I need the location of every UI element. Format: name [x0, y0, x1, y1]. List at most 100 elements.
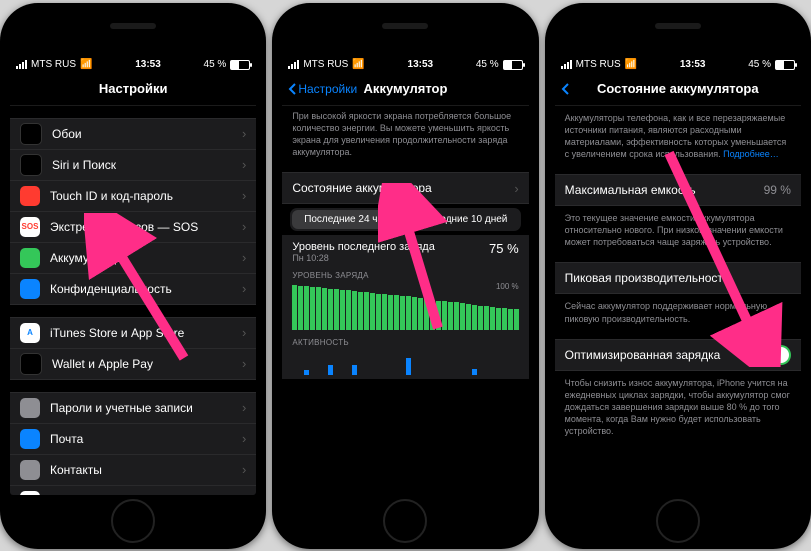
- page-title: Состояние аккумулятора: [555, 81, 801, 96]
- row-label: Пиковая производительность: [565, 271, 791, 285]
- settings-row-privacy[interactable]: Конфиденциальность›: [10, 274, 256, 304]
- optimized-charging-note: Чтобы снизить износ аккумулятора, iPhone…: [555, 371, 801, 440]
- row-label: Контакты: [50, 463, 242, 477]
- settings-row-contacts[interactable]: Контакты›: [10, 455, 256, 486]
- settings-row-sos[interactable]: SOSЭкстренный вызов — SOS›: [10, 212, 256, 243]
- row-label: Почта: [50, 432, 242, 446]
- row-label: Wallet и Apple Pay: [52, 357, 242, 371]
- signal-icon: [16, 60, 27, 69]
- back-button[interactable]: Настройки: [288, 82, 357, 96]
- row-label: Touch ID и код-пароль: [50, 189, 242, 203]
- chart-y-max: 100 %: [496, 282, 519, 291]
- settings-row-key[interactable]: Пароли и учетные записи›: [10, 393, 256, 424]
- battery-percent: 45 %: [476, 59, 499, 70]
- settings-row-calendar[interactable]: 31 Календарь›: [10, 486, 256, 495]
- row-label: Обои: [52, 127, 242, 141]
- last-charge-box: Уровень последнего заряда Пн 10:28 75 % …: [282, 235, 528, 379]
- row-battery-health[interactable]: Состояние аккумулятора ›: [282, 173, 528, 203]
- status-bar: MTS RUS📶 13:53 45 %: [10, 55, 256, 73]
- battery-icon: [230, 60, 250, 70]
- row-label: iTunes Store и App Store: [50, 326, 242, 340]
- last-charge-time: Пн 10:28: [292, 253, 489, 263]
- settings-row-atom[interactable]: Обои›: [10, 119, 256, 150]
- segmented-range[interactable]: Последние 24 часа Последние 10 дней: [290, 208, 520, 231]
- carrier: MTS RUS: [303, 59, 348, 70]
- calendar-icon: 31: [20, 491, 40, 495]
- row-label: Календарь: [50, 494, 242, 495]
- last-charge-value: 75 %: [489, 241, 519, 256]
- wallet-icon: [20, 353, 42, 375]
- key-icon: [20, 398, 40, 418]
- siri-icon: [20, 154, 42, 176]
- optimized-charging-group: Оптимизированная зарядка: [555, 339, 801, 371]
- max-capacity-value: 99 %: [764, 183, 791, 197]
- intro-note: Аккумуляторы телефона, как и все перезар…: [555, 106, 801, 163]
- row-label: Siri и Поиск: [52, 158, 242, 172]
- last-charge-label: Уровень последнего заряда: [292, 241, 489, 253]
- chevron-right-icon: ›: [242, 493, 246, 495]
- page-title: Настройки: [10, 81, 256, 96]
- chevron-right-icon: ›: [242, 250, 246, 265]
- battery-health-group: Состояние аккумулятора ›: [282, 172, 528, 204]
- settings-row-wallet[interactable]: Wallet и Apple Pay›: [10, 349, 256, 379]
- row-label: Конфиденциальность: [50, 282, 242, 296]
- row-max-capacity: Максимальная емкость 99 %: [555, 175, 801, 205]
- battery-icon: [503, 60, 523, 70]
- battery-icon: [775, 60, 795, 70]
- phone-battery-health: MTS RUS📶 13:53 45 % Состояние аккумулято…: [545, 3, 811, 549]
- row-label: Пароли и учетные записи: [50, 401, 242, 415]
- chart-battery-level: 100 %: [292, 284, 518, 330]
- chart-level-caption: УРОВЕНЬ ЗАРЯДА: [292, 271, 518, 280]
- peak-performance-group: Пиковая производительность: [555, 262, 801, 294]
- chevron-right-icon: ›: [242, 188, 246, 203]
- chevron-right-icon: ›: [242, 462, 246, 477]
- row-peak-performance: Пиковая производительность: [555, 263, 801, 293]
- carrier: MTS RUS: [31, 59, 76, 70]
- settings-row-battery[interactable]: Аккумулятор›: [10, 243, 256, 274]
- signal-icon: [561, 60, 572, 69]
- chevron-right-icon: ›: [242, 126, 246, 141]
- row-label: Аккумулятор: [50, 251, 242, 265]
- atom-icon: [20, 123, 42, 145]
- chevron-left-icon: [561, 83, 569, 95]
- row-label: Состояние аккумулятора: [292, 181, 514, 195]
- optimized-charging-toggle[interactable]: [755, 345, 791, 365]
- battery-icon: [20, 248, 40, 268]
- privacy-icon: [20, 279, 40, 299]
- itunes-icon: A: [20, 323, 40, 343]
- segment-10d[interactable]: Последние 10 дней: [406, 210, 519, 229]
- settings-row-itunes[interactable]: AiTunes Store и App Store›: [10, 318, 256, 349]
- peak-performance-note: Сейчас аккумулятор поддерживает нормальн…: [555, 294, 801, 326]
- signal-icon: [288, 60, 299, 69]
- battery-percent: 45 %: [204, 59, 227, 70]
- battery-percent: 45 %: [748, 59, 771, 70]
- status-bar: MTS RUS📶 13:53 45 %: [555, 55, 801, 73]
- settings-group-general: Обои›Siri и Поиск›Touch ID и код-пароль›…: [10, 118, 256, 305]
- learn-more-link[interactable]: Подробнее…: [723, 149, 779, 159]
- clock: 13:53: [92, 59, 203, 70]
- chevron-right-icon: ›: [242, 219, 246, 234]
- segment-24h[interactable]: Последние 24 часа: [292, 210, 405, 229]
- contacts-icon: [20, 460, 40, 480]
- row-label: Оптимизированная зарядка: [565, 348, 755, 362]
- wifi-icon: 📶: [625, 59, 637, 70]
- settings-row-mail[interactable]: Почта›: [10, 424, 256, 455]
- chevron-right-icon: ›: [242, 325, 246, 340]
- carrier: MTS RUS: [576, 59, 621, 70]
- chevron-right-icon: ›: [242, 431, 246, 446]
- wifi-icon: 📶: [352, 59, 364, 70]
- brightness-note: При высокой яркости экрана потребляется …: [282, 106, 528, 161]
- screen-settings: MTS RUS📶 13:53 45 % Настройки Обои›Siri …: [10, 55, 256, 495]
- screen-battery-health: MTS RUS📶 13:53 45 % Состояние аккумулято…: [555, 55, 801, 495]
- settings-row-touchid[interactable]: Touch ID и код-пароль›: [10, 181, 256, 212]
- clock: 13:53: [365, 59, 476, 70]
- mail-icon: [20, 429, 40, 449]
- max-capacity-note: Это текущее значение емкости аккумулятор…: [555, 206, 801, 250]
- chevron-right-icon: ›: [242, 281, 246, 296]
- back-label: Настройки: [298, 82, 357, 96]
- settings-row-siri[interactable]: Siri и Поиск›: [10, 150, 256, 181]
- chevron-right-icon: ›: [514, 181, 518, 196]
- back-button[interactable]: [561, 83, 569, 95]
- screen-battery: MTS RUS📶 13:53 45 % Настройки Аккумулято…: [282, 55, 528, 495]
- nav-bar: Состояние аккумулятора: [555, 73, 801, 106]
